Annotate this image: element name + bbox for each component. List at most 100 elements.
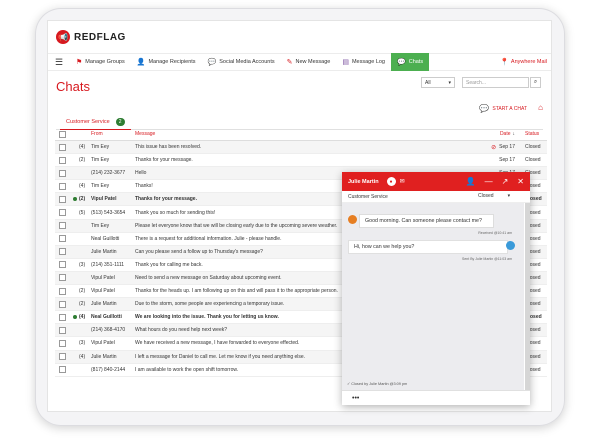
row-date-cell: Sep 17 [480,157,515,163]
row-from: Vipul Patel [91,288,115,295]
page-title: Chats [56,79,90,94]
row-from: Julie Martin [91,301,117,308]
nav-chats[interactable]: 💬 Chats [391,53,430,71]
row-checkbox[interactable] [59,143,66,151]
table-row[interactable]: (4) Tim Eey This issue has been resolved. ⊘… [55,141,547,155]
row-checkbox[interactable] [59,313,66,321]
message-count: (4) [79,353,86,360]
row-checkbox[interactable] [59,248,66,256]
nav-manage-groups[interactable]: ⚑ Manage Groups [70,53,131,71]
message-icon: ✉ [399,179,405,185]
row-checkbox[interactable] [59,195,66,203]
search-icon[interactable]: ⌕ [530,77,541,88]
start-chat-button[interactable]: 💬 START A CHAT [479,104,527,113]
row-checkbox[interactable] [59,261,66,269]
row-from: Tim Eey [91,222,110,229]
table-header: From Message Date ↓ Status [55,128,547,141]
row-from: Vipul Patel [91,340,115,347]
row-from: (214) 351-1111 [91,261,125,268]
agent-avatar-icon [506,241,515,250]
row-status: Closed [525,157,541,164]
users-icon: 👤 [136,59,146,66]
row-checkbox[interactable] [59,326,66,334]
chat-input[interactable]: ••• [342,390,530,405]
message-count: (4) [79,144,86,151]
row-from: Julie Martin [91,353,117,360]
row-from: (513) 543-3654 [91,209,126,216]
header-from[interactable]: From [91,131,135,137]
message-count: (2) [79,288,86,295]
row-checkbox[interactable] [59,353,66,361]
user-icon[interactable]: 👤 [466,177,476,186]
message-count: (4) [79,314,86,321]
row-checkbox[interactable] [59,287,66,295]
closed-note: ✓ Closed by Julie Martin @3:09 pm [347,382,408,386]
chat-window: Julie Martin ● ✉ 👤 — ↗ ✕ Customer Servic… [342,172,530,405]
chat-subheader: Customer Service Closed ▾ [342,191,530,203]
row-checkbox[interactable] [59,366,66,374]
location-pin-icon: 📍 [500,59,509,66]
header-date[interactable]: Date ↓ [480,131,515,137]
megaphone-logo-icon: 📢 [56,30,70,44]
customer-avatar-icon [348,215,357,224]
unread-dot-icon [73,197,77,202]
nav-new-message[interactable]: ✎ New Message [281,53,337,71]
no-entry-icon: ⊘ [491,144,497,151]
row-from: Neal Guillotti [91,235,120,242]
incoming-message: Good morning. Can someone please contact… [359,214,494,228]
row-from: Neal Guillotti [91,314,122,321]
row-from: (214) 368-4170 [91,327,126,334]
row-from: Vipul Patel [91,196,117,203]
chat-header: Julie Martin ● ✉ 👤 — ↗ ✕ [342,172,530,191]
actions-bar: 💬 START A CHAT ⌂ [48,101,551,116]
chat-bubble-icon: 💬 [207,59,217,66]
message-count: (3) [79,261,86,268]
count-badge: 2 [115,118,125,126]
row-from: (817) 840-2144 [91,366,126,373]
chat-bubble-icon: 💬 [479,104,490,113]
row-checkbox[interactable] [59,182,66,190]
row-checkbox[interactable] [59,339,66,347]
nav-social-media-accounts[interactable]: 💬 Social Media Accounts [202,53,281,71]
log-icon: ▤ [342,59,349,66]
inbox-icon[interactable]: ⌂ [538,103,543,112]
row-from: (214) 232-3677 [91,170,126,177]
row-date-cell: ⊘ Sep 17 [480,144,515,151]
search-input[interactable]: Search... [462,77,529,88]
incoming-timestamp: Received @10:41 am [478,231,512,235]
row-checkbox[interactable] [59,169,66,177]
row-checkbox[interactable] [59,300,66,308]
header-status[interactable]: Status [515,131,545,137]
message-count: (4) [79,183,86,190]
row-checkbox[interactable] [59,222,66,230]
chevron-down-icon: ▾ [448,80,451,86]
nav-location[interactable]: 📍 Anywhere Mail [500,58,547,66]
chat-scrollbar[interactable] [525,203,530,390]
unread-dot-icon [73,315,77,320]
brand-logo-text[interactable]: REDFLAG [74,32,126,43]
header-message[interactable]: Message [135,131,480,137]
contact-avatar-icon: ● [386,177,396,186]
filter-select[interactable]: All ▾ [421,77,455,88]
expand-icon[interactable]: ↗ [502,177,509,186]
row-checkbox[interactable] [59,274,66,282]
hamburger-menu-icon[interactable]: ☰ [48,57,70,68]
select-all-checkbox[interactable] [59,130,66,138]
message-count: (5) [79,209,86,216]
nav-manage-recipients[interactable]: 👤 Manage Recipients [131,53,202,71]
nav-message-log[interactable]: ▤ Message Log [336,53,391,71]
title-bar: Chats All ▾ Search... ⌕ [48,71,551,101]
row-checkbox[interactable] [59,235,66,243]
minimize-icon[interactable]: — [485,177,493,186]
table-row[interactable]: (2) Tim Eey Thanks for your message. Sep 17… [55,154,547,168]
row-message: This issue has been resolved. [135,144,202,151]
outgoing-timestamp: Sent By Julie Martin @11:03 am [462,257,512,261]
chevron-down-icon: ▾ [507,193,511,199]
row-checkbox[interactable] [59,209,66,217]
row-checkbox[interactable] [59,156,66,164]
close-icon[interactable]: ✕ [517,177,524,186]
message-count: (2) [79,301,86,308]
row-from: Julie Martin [91,248,117,255]
chat-status-select[interactable]: Closed ▾ [478,193,510,199]
row-from: Tim Eey [91,157,110,164]
